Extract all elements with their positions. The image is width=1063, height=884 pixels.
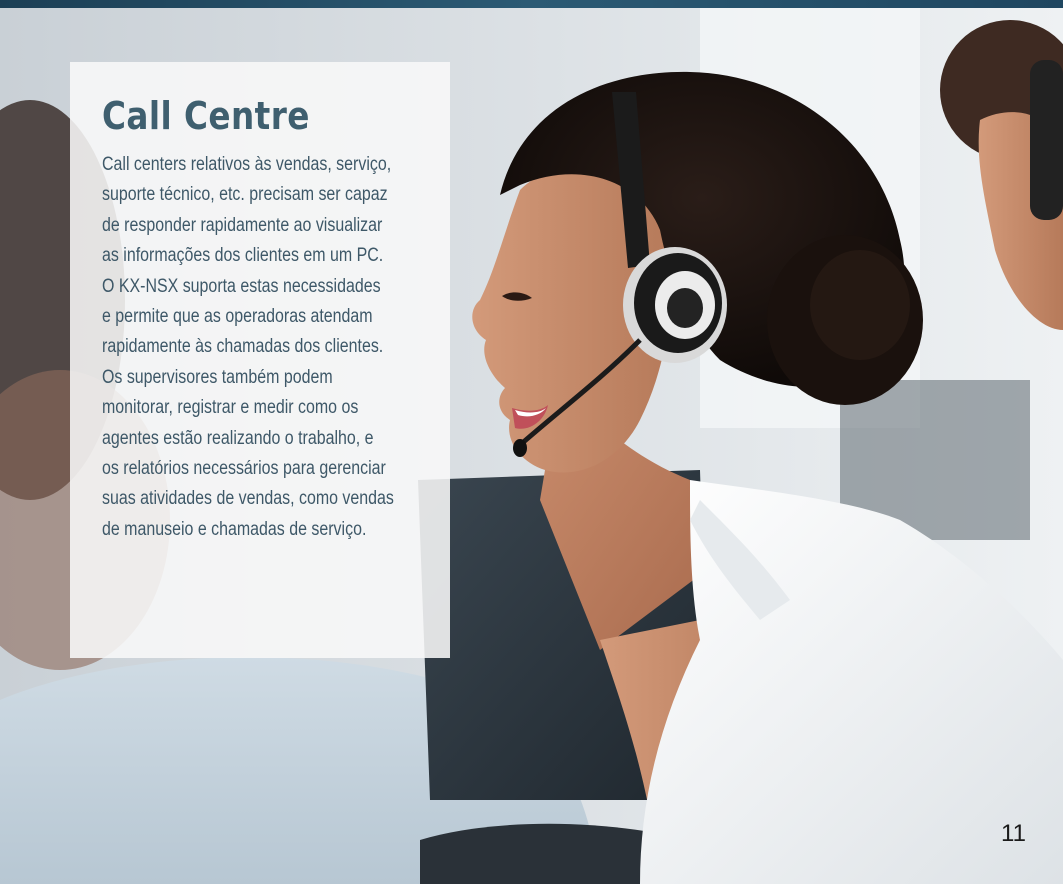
- top-header-strip: [0, 0, 1063, 8]
- brochure-page: Call Centre Call centers relativos às ve…: [0, 0, 1063, 884]
- body-line: as informações dos clientes em um PC.: [102, 245, 384, 267]
- page-number: 11: [1001, 820, 1026, 847]
- section-body: Call centers relativos às vendas, serviç…: [102, 150, 421, 545]
- body-line: agentes estão realizando o trabalho, e: [102, 427, 374, 449]
- call-centre-text-panel: Call Centre Call centers relativos às ve…: [70, 62, 450, 658]
- body-line: Os supervisores também podem: [102, 366, 333, 388]
- body-line: O KX-NSX suporta estas necessidades: [102, 275, 381, 297]
- body-line: suporte técnico, etc. precisam ser capaz: [102, 184, 388, 206]
- body-line: e permite que as operadoras atendam: [102, 306, 373, 328]
- section-title: Call Centre: [102, 94, 310, 138]
- body-line: suas atividades de vendas, como vendas: [102, 488, 394, 510]
- body-line: de manuseio e chamadas de serviço.: [102, 518, 367, 540]
- body-line: de responder rapidamente ao visualizar: [102, 214, 383, 236]
- body-line: monitorar, registrar e medir como os: [102, 397, 359, 419]
- body-line: rapidamente às chamadas dos clientes.: [102, 336, 384, 358]
- body-line: Call centers relativos às vendas, serviç…: [102, 154, 392, 175]
- body-line: os relatórios necessários para gerenciar: [102, 458, 386, 480]
